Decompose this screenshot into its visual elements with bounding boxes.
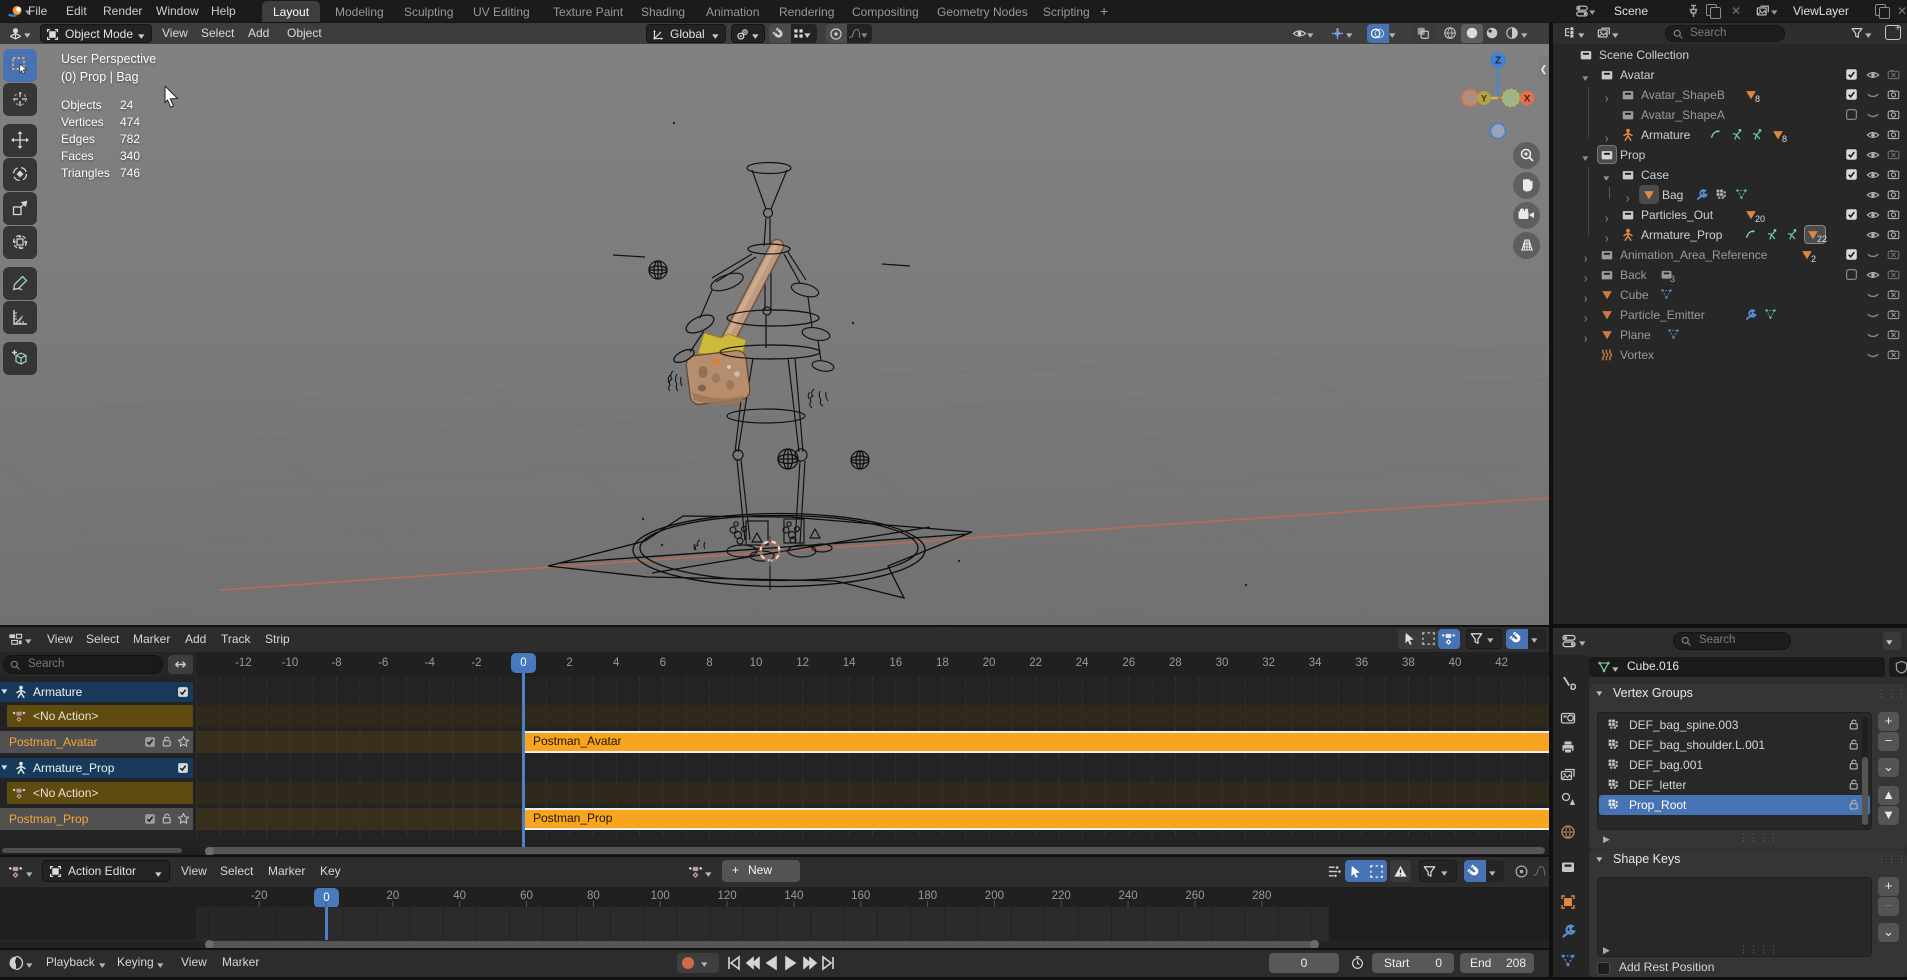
svg-text:Y: Y (1481, 94, 1487, 104)
svg-text:X: X (1524, 94, 1531, 105)
svg-text:Z: Z (1495, 56, 1501, 67)
